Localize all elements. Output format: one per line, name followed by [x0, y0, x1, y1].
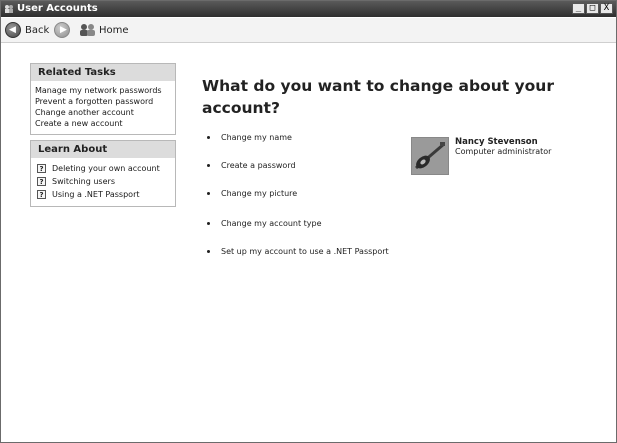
learn-about-panel: Learn About ? Deleting your own account … [30, 140, 176, 207]
help-question-icon: ? [37, 164, 46, 173]
bullet-icon [207, 192, 210, 195]
back-arrow-icon: ◀ [5, 22, 21, 38]
option-label: Change my name [221, 133, 292, 142]
bullet-icon [207, 222, 210, 225]
option-label: Create a password [221, 161, 296, 170]
page-heading: What do you want to change about your ac… [202, 77, 554, 117]
option-change-picture[interactable]: Change my picture [202, 189, 297, 198]
bullet-icon [207, 136, 210, 139]
option-label: Change my account type [221, 219, 322, 228]
learn-item-label: Deleting your own account [52, 164, 160, 173]
title-bar[interactable]: User Accounts _ □ X [1, 1, 616, 17]
toolbar: ◀ Back ▶ Home [1, 18, 616, 43]
help-question-icon: ? [37, 190, 46, 199]
learn-item-label: Switching users [52, 177, 115, 186]
home-button[interactable]: Home [79, 21, 129, 39]
task-prevent-forgotten-password[interactable]: Prevent a forgotten password [35, 96, 171, 107]
task-create-new-account[interactable]: Create a new account [35, 118, 171, 129]
window-controls: _ □ X [572, 3, 613, 14]
option-label: Set up my account to use a .NET Passport [221, 247, 389, 256]
maximize-button[interactable]: □ [586, 3, 599, 14]
close-button[interactable]: X [600, 3, 613, 14]
task-manage-network-passwords[interactable]: Manage my network passwords [35, 85, 171, 96]
forward-arrow-icon: ▶ [54, 22, 70, 38]
user-avatar[interactable] [411, 137, 449, 175]
guitar-picture [412, 138, 448, 174]
help-question-icon: ? [37, 177, 46, 186]
task-sidebar: Related Tasks Manage my network password… [30, 63, 176, 212]
learn-switching-users[interactable]: ? Switching users [31, 175, 171, 188]
user-accounts-window: User Accounts _ □ X ◀ Back ▶ Home Relate… [0, 0, 617, 443]
learn-about-header[interactable]: Learn About [31, 141, 175, 158]
option-change-account-type[interactable]: Change my account type [202, 219, 322, 228]
user-name: Nancy Stevenson [455, 137, 538, 147]
learn-deleting-account[interactable]: ? Deleting your own account [31, 162, 171, 175]
option-setup-net-passport[interactable]: Set up my account to use a .NET Passport [202, 247, 389, 256]
forward-button[interactable]: ▶ [54, 21, 70, 39]
option-label: Change my picture [221, 189, 298, 198]
option-create-password[interactable]: Create a password [202, 161, 296, 170]
bullet-icon [207, 250, 210, 253]
home-label: Home [99, 24, 129, 36]
user-accounts-icon [5, 5, 13, 13]
learn-net-passport[interactable]: ? Using a .NET Passport [31, 188, 171, 201]
bullet-icon [207, 164, 210, 167]
back-label: Back [25, 24, 50, 36]
user-role: Computer administrator [455, 147, 552, 156]
related-tasks-header[interactable]: Related Tasks [31, 64, 175, 81]
back-button[interactable]: ◀ Back [5, 21, 49, 39]
task-change-another-account[interactable]: Change another account [35, 107, 171, 118]
home-icon [80, 24, 95, 36]
learn-item-label: Using a .NET Passport [52, 190, 140, 199]
option-change-name[interactable]: Change my name [202, 133, 292, 142]
main-content: What do you want to change about your ac… [202, 75, 582, 119]
minimize-button[interactable]: _ [572, 3, 585, 14]
related-tasks-panel: Related Tasks Manage my network password… [30, 63, 176, 135]
window-title: User Accounts [17, 3, 98, 14]
